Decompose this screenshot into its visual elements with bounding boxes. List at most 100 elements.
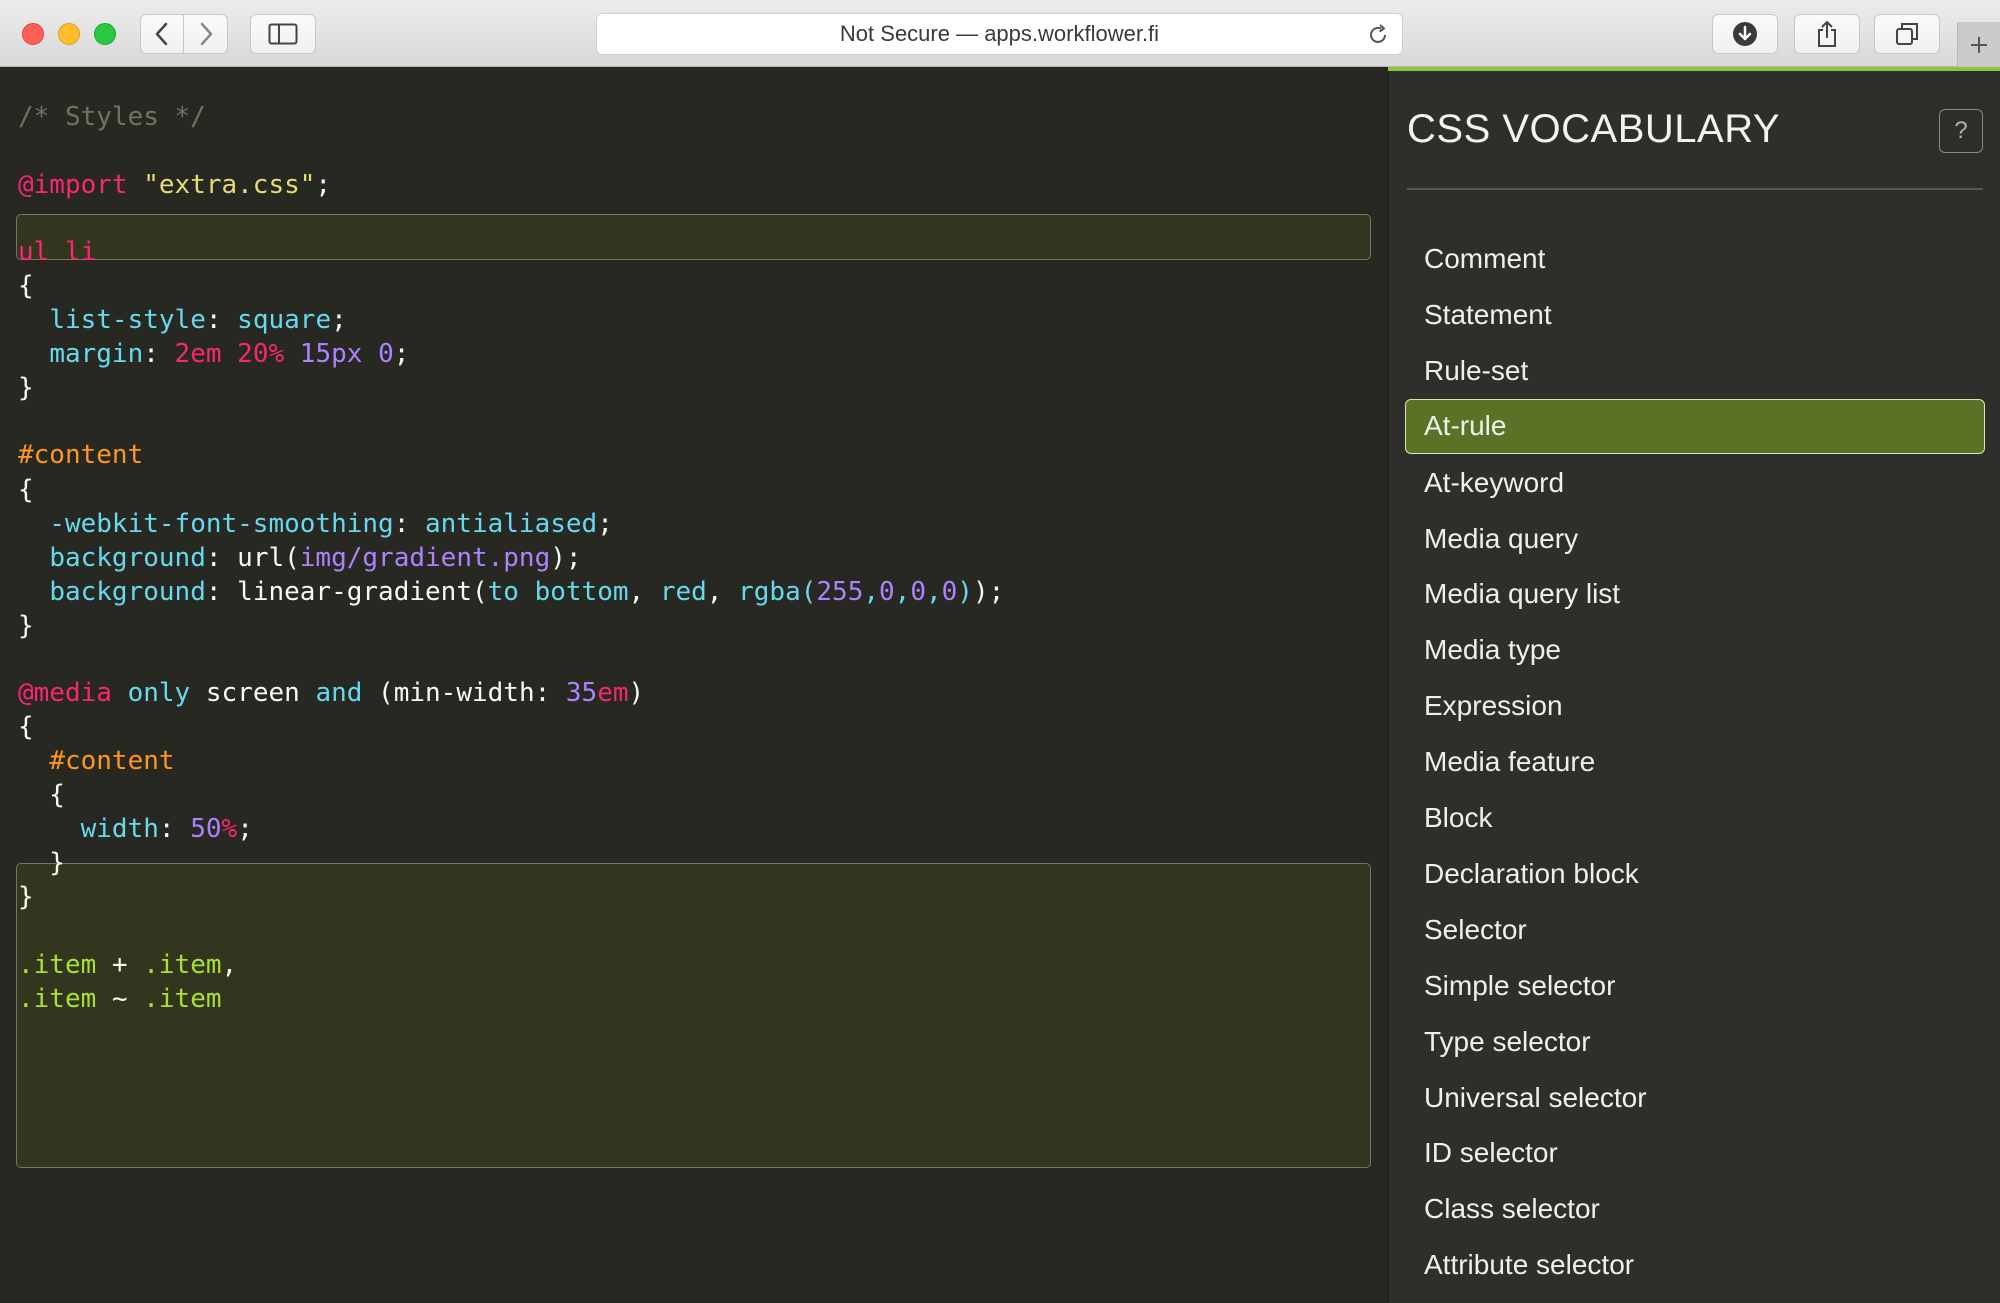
vocabulary-term[interactable]: At-rule — [1405, 398, 1985, 454]
vocabulary-term[interactable]: Block — [1405, 790, 1985, 845]
code-token: { — [18, 475, 34, 505]
vocabulary-term[interactable]: Class selector — [1405, 1181, 1985, 1236]
code-token: } — [18, 848, 65, 878]
code-line: } — [18, 609, 34, 643]
code-token: margin — [49, 339, 144, 369]
code-token: (min-width: — [362, 678, 566, 708]
plus-icon — [1971, 36, 1987, 53]
vocabulary-term[interactable]: Media query — [1405, 511, 1985, 566]
tabs-icon — [1896, 23, 1918, 45]
vocabulary-sidebar: CSS VOCABULARY ? Comment Statement Rule-se… — [1388, 71, 2000, 1303]
vocabulary-term[interactable]: Media feature — [1405, 734, 1985, 789]
code-token: ; — [237, 814, 253, 844]
code-token: #content — [18, 440, 144, 470]
code-line: background: linear-gradient(to bottom, r… — [18, 575, 1004, 609]
new-tab-button[interactable] — [1957, 22, 2000, 67]
css-code-editor[interactable]: /* Styles */ @import "extra.css"; ul li { l… — [0, 68, 1387, 1303]
minimize-window-button[interactable] — [58, 23, 80, 45]
code-token: 0 — [941, 577, 958, 607]
help-button[interactable]: ? — [1939, 109, 1983, 153]
code-token: , — [894, 577, 911, 607]
code-token: to bottom — [487, 577, 629, 607]
code-token: @media — [18, 678, 112, 708]
vocabulary-term[interactable]: Universal selector — [1405, 1070, 1985, 1125]
sidebar-icon — [268, 23, 298, 45]
code-token: } — [18, 373, 34, 403]
vocabulary-term[interactable]: Media query list — [1405, 566, 1985, 621]
code-line: #content — [18, 438, 143, 472]
vocabulary-term[interactable]: Comment — [1405, 231, 1985, 286]
vocabulary-term[interactable]: Simple selector — [1405, 958, 1985, 1013]
code-token: { — [18, 271, 34, 301]
code-line: background: url(img/gradient.png); — [18, 541, 582, 575]
code-token: square — [237, 305, 332, 335]
vocabulary-term[interactable]: At-keyword — [1405, 455, 1985, 510]
vocabulary-term[interactable]: Statement — [1405, 287, 1985, 342]
code-token: 0 — [879, 577, 895, 607]
share-icon — [1818, 21, 1836, 47]
url-text: Not Secure — apps.workflower.fi — [839, 21, 1160, 46]
download-icon — [1733, 22, 1757, 46]
vocabulary-term[interactable]: Rule-set — [1405, 343, 1985, 398]
code-token: 20% — [237, 339, 285, 369]
code-token: : — [205, 305, 238, 335]
forward-button[interactable] — [184, 14, 228, 54]
code-token: background — [49, 543, 206, 573]
browser-toolbar: Not Secure — apps.workflower.fi — [0, 0, 2000, 67]
address-bar[interactable]: Not Secure — apps.workflower.fi — [596, 13, 1403, 55]
code-token: width — [80, 814, 159, 844]
close-window-button[interactable] — [22, 23, 44, 45]
code-token: only — [127, 678, 191, 708]
vocabulary-term[interactable]: Type selector — [1405, 1014, 1985, 1069]
vocabulary-term[interactable]: ID selector — [1405, 1125, 1985, 1180]
back-icon — [155, 22, 168, 46]
code-token: , — [628, 577, 660, 607]
code-token: 255 — [816, 577, 864, 607]
code-line: #content — [18, 744, 175, 778]
share-button[interactable] — [1794, 14, 1860, 54]
code-token: 50 — [190, 814, 222, 844]
code-line: { — [18, 473, 34, 507]
show-all-tabs-button[interactable] — [1874, 14, 1940, 54]
vocabulary-term[interactable]: Declaration block — [1405, 846, 1985, 901]
vocabulary-term[interactable]: Expression — [1405, 678, 1985, 733]
back-button[interactable] — [140, 14, 184, 54]
code-token: antialiased — [425, 509, 598, 539]
code-token: #content — [49, 746, 175, 776]
code-token: , — [706, 577, 739, 607]
code-token: and — [315, 678, 363, 708]
reload-button[interactable] — [1366, 23, 1390, 52]
vocabulary-term[interactable]: Selector — [1405, 902, 1985, 957]
code-token: : — [158, 814, 191, 844]
zoom-window-button[interactable] — [94, 23, 116, 45]
code-token: ); — [550, 543, 582, 573]
code-token: ; — [315, 170, 332, 200]
code-line: @media only screen and (min-width: 35em) — [18, 676, 644, 710]
code-token: list-style — [49, 305, 206, 335]
code-token: 35 — [565, 678, 598, 708]
code-token: img/gradient.png — [299, 543, 551, 573]
vocabulary-term[interactable]: Media type — [1405, 622, 1985, 677]
code-token: ; — [331, 305, 347, 335]
vocabulary-term[interactable]: Attribute selector — [1405, 1237, 1985, 1292]
code-token: .item — [18, 984, 97, 1014]
sidebar-toggle-button[interactable] — [250, 14, 316, 54]
code-token: ; — [393, 339, 410, 369]
code-token: , — [863, 577, 880, 607]
downloads-button[interactable] — [1712, 14, 1778, 54]
code-token: 2em — [174, 339, 222, 369]
sidebar-divider — [1407, 188, 1983, 190]
forward-icon — [200, 22, 212, 46]
code-token: "extra.css" — [143, 170, 316, 200]
code-line: .item ~ .item — [18, 982, 222, 1016]
code-line: @import "extra.css"; — [18, 168, 331, 202]
code-token: screen — [190, 678, 316, 708]
